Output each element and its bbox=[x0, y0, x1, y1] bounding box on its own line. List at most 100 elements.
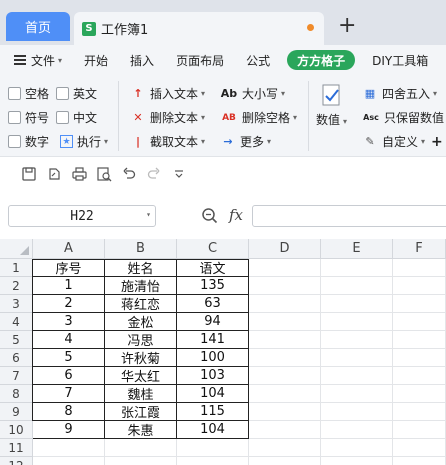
grid-cell[interactable] bbox=[33, 439, 105, 457]
table-cell[interactable]: 115 bbox=[177, 403, 249, 421]
column-header-c[interactable]: C bbox=[177, 239, 249, 259]
execute-button[interactable]: ★ 执行 ▾ bbox=[60, 133, 108, 150]
grid-cell[interactable] bbox=[105, 457, 177, 465]
grid-cell[interactable] bbox=[321, 385, 393, 403]
grid-cell[interactable] bbox=[393, 367, 446, 385]
table-cell[interactable]: 103 bbox=[177, 367, 249, 385]
ribbon-tab-insert[interactable]: 插入 bbox=[119, 52, 165, 69]
grid-cell[interactable] bbox=[321, 259, 393, 277]
grid-cell[interactable] bbox=[249, 349, 321, 367]
table-header-cell[interactable]: 语文 bbox=[177, 259, 249, 277]
tab-home[interactable]: 首页 bbox=[6, 12, 70, 41]
grid-cell[interactable] bbox=[321, 457, 393, 465]
checkbox-english[interactable]: 英文 bbox=[56, 85, 97, 102]
grid-cell[interactable] bbox=[249, 313, 321, 331]
grid-cell[interactable] bbox=[321, 295, 393, 313]
row-header[interactable]: 1 bbox=[0, 259, 33, 277]
checkbox-box[interactable] bbox=[8, 111, 21, 124]
value-button[interactable]: 数值 ▾ bbox=[316, 83, 347, 128]
grid-cell[interactable] bbox=[393, 277, 446, 295]
ribbon-tab-page-layout[interactable]: 页面布局 bbox=[165, 52, 235, 69]
print-icon[interactable] bbox=[70, 165, 88, 183]
ribbon-tab-diy[interactable]: DIY工具箱 bbox=[361, 52, 439, 69]
table-cell[interactable]: 94 bbox=[177, 313, 249, 331]
table-cell[interactable]: 朱惠 bbox=[105, 421, 177, 439]
grid-cell[interactable] bbox=[393, 349, 446, 367]
table-cell[interactable]: 104 bbox=[177, 385, 249, 403]
checkbox-box[interactable] bbox=[56, 87, 69, 100]
delete-text-button[interactable]: ✕ 删除文本 ▾ bbox=[130, 109, 205, 126]
grid-cell[interactable] bbox=[321, 313, 393, 331]
save-icon[interactable] bbox=[20, 165, 38, 183]
cut-text-button[interactable]: | 截取文本 ▾ bbox=[130, 133, 205, 150]
grid-cell[interactable] bbox=[393, 295, 446, 313]
export-icon[interactable] bbox=[45, 165, 63, 183]
table-cell[interactable]: 100 bbox=[177, 349, 249, 367]
grid-cell[interactable] bbox=[321, 331, 393, 349]
checkbox-symbol[interactable]: 符号 bbox=[8, 109, 49, 126]
table-cell[interactable]: 8 bbox=[33, 403, 105, 421]
table-cell[interactable]: 6 bbox=[33, 367, 105, 385]
more-button[interactable]: → 更多 ▾ bbox=[220, 133, 271, 150]
table-cell[interactable]: 9 bbox=[33, 421, 105, 439]
checkbox-box[interactable] bbox=[56, 111, 69, 124]
row-header[interactable]: 11 bbox=[0, 439, 33, 457]
checkbox-chinese[interactable]: 中文 bbox=[56, 109, 97, 126]
ribbon-tab-file[interactable]: 文件 ▾ bbox=[0, 52, 73, 69]
table-cell[interactable]: 3 bbox=[33, 313, 105, 331]
grid-cell[interactable] bbox=[393, 331, 446, 349]
row-header[interactable]: 12 bbox=[0, 457, 33, 465]
fx-icon[interactable]: fx bbox=[229, 206, 243, 224]
redo-icon[interactable] bbox=[145, 165, 163, 183]
new-tab-button[interactable]: + bbox=[338, 14, 356, 38]
column-header-f[interactable]: F bbox=[393, 239, 446, 259]
insert-text-button[interactable]: ↑ 插入文本 ▾ bbox=[130, 85, 205, 102]
grid-cell[interactable] bbox=[177, 457, 249, 465]
checkbox-number[interactable]: 数字 bbox=[8, 133, 49, 150]
grid-cell[interactable] bbox=[393, 385, 446, 403]
checkbox-space[interactable]: 空格 bbox=[8, 85, 49, 102]
checkbox-box[interactable] bbox=[8, 87, 21, 100]
grid-cell[interactable] bbox=[249, 277, 321, 295]
grid-cell[interactable] bbox=[393, 403, 446, 421]
grid-cell[interactable] bbox=[321, 421, 393, 439]
grid-cell[interactable] bbox=[249, 457, 321, 465]
row-header[interactable]: 6 bbox=[0, 349, 33, 367]
grid-cell[interactable] bbox=[393, 421, 446, 439]
table-cell[interactable]: 141 bbox=[177, 331, 249, 349]
grid-cell[interactable] bbox=[393, 457, 446, 465]
spreadsheet-grid[interactable]: A B C D E F 1 2 3 4 5 6 7 8 9 10 11 12 序… bbox=[0, 239, 446, 465]
grid-cell[interactable] bbox=[321, 277, 393, 295]
keep-value-button[interactable]: Asc 只保留数值 bbox=[362, 109, 444, 126]
name-box[interactable]: H22 ▾ bbox=[8, 205, 156, 227]
table-cell[interactable]: 施清怡 bbox=[105, 277, 177, 295]
checkbox-box[interactable] bbox=[8, 135, 21, 148]
grid-cell[interactable] bbox=[249, 421, 321, 439]
grid-cell[interactable] bbox=[249, 331, 321, 349]
grid-cell[interactable] bbox=[249, 403, 321, 421]
ribbon-tab-start[interactable]: 开始 bbox=[73, 52, 119, 69]
customize-toolbar-icon[interactable] bbox=[170, 165, 188, 183]
round-button[interactable]: ▦ 四舍五入 ▾ bbox=[362, 85, 437, 102]
table-cell[interactable]: 7 bbox=[33, 385, 105, 403]
row-header[interactable]: 9 bbox=[0, 403, 33, 421]
column-header-a[interactable]: A bbox=[33, 239, 105, 259]
select-all-corner[interactable] bbox=[0, 239, 33, 259]
table-header-cell[interactable]: 姓名 bbox=[105, 259, 177, 277]
row-header[interactable]: 4 bbox=[0, 313, 33, 331]
table-cell[interactable]: 5 bbox=[33, 349, 105, 367]
formula-input[interactable] bbox=[252, 205, 446, 227]
row-header[interactable]: 2 bbox=[0, 277, 33, 295]
row-header[interactable]: 8 bbox=[0, 385, 33, 403]
grid-cell[interactable] bbox=[249, 367, 321, 385]
table-cell[interactable]: 魏桂 bbox=[105, 385, 177, 403]
row-header[interactable]: 10 bbox=[0, 421, 33, 439]
grid-cell[interactable] bbox=[249, 385, 321, 403]
grid-cell[interactable] bbox=[177, 439, 249, 457]
table-cell[interactable]: 2 bbox=[33, 295, 105, 313]
table-cell[interactable]: 金松 bbox=[105, 313, 177, 331]
table-header-cell[interactable]: 序号 bbox=[33, 259, 105, 277]
grid-cell[interactable] bbox=[249, 259, 321, 277]
table-cell[interactable]: 许秋菊 bbox=[105, 349, 177, 367]
table-cell[interactable]: 1 bbox=[33, 277, 105, 295]
